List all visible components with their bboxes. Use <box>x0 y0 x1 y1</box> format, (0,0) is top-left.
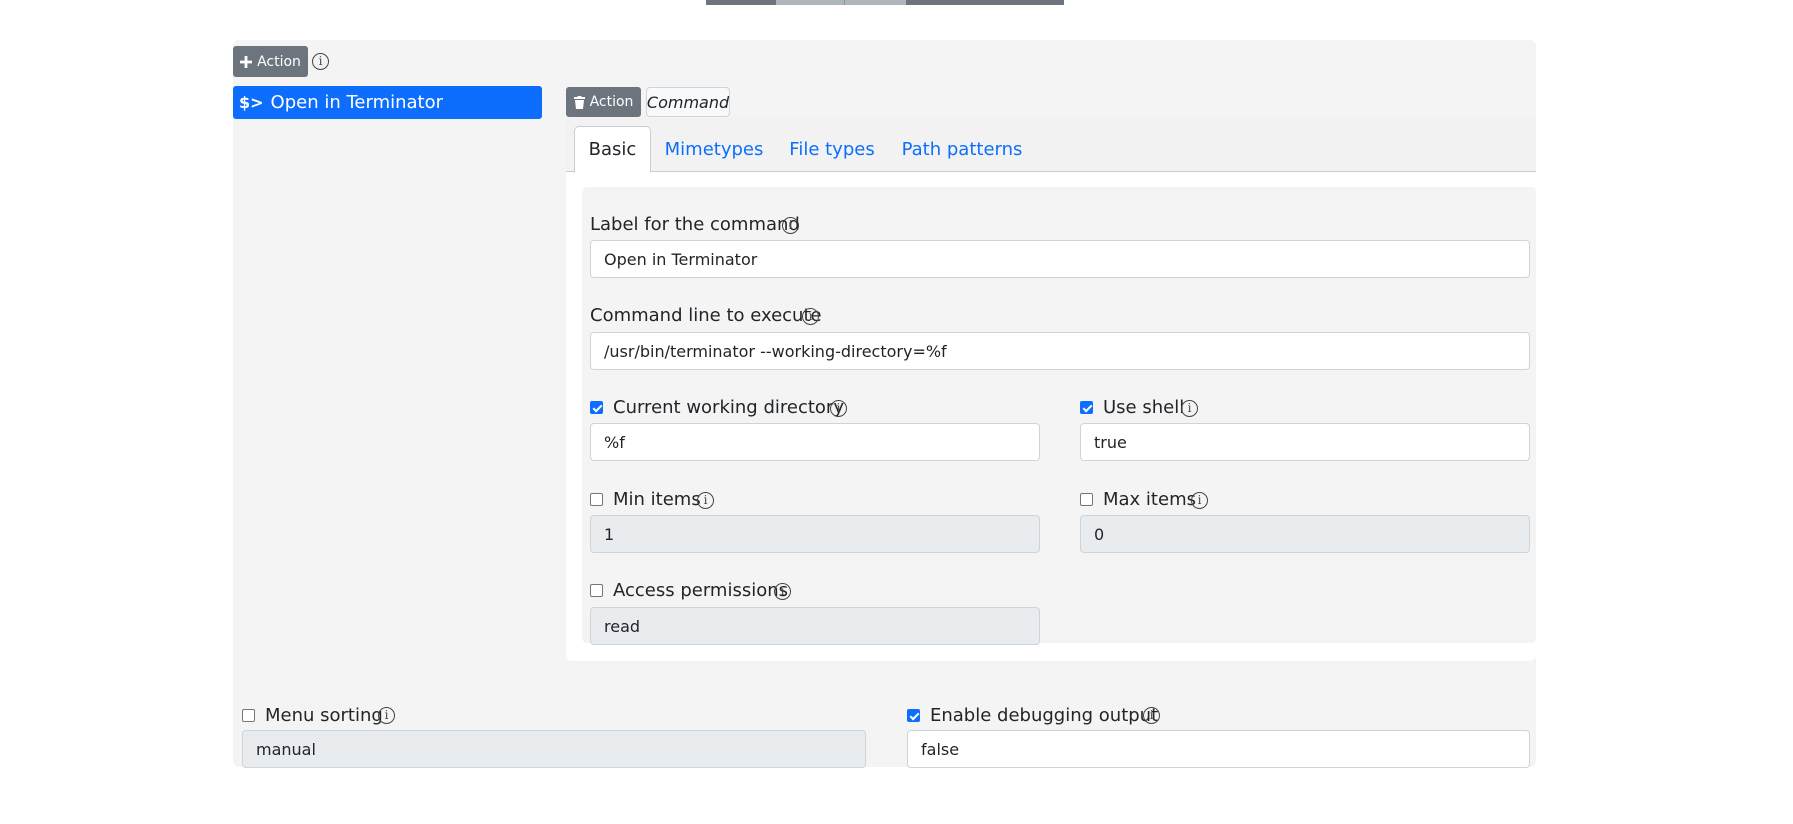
debug-title: Enable debugging output <box>930 705 1159 726</box>
use-shell-input[interactable]: true <box>1080 423 1530 461</box>
add-action-button[interactable]: Action <box>233 46 308 77</box>
info-icon[interactable]: i <box>830 400 847 417</box>
cwd-title: Current working directory <box>613 397 844 418</box>
max-items-input[interactable]: 0 <box>1080 515 1530 553</box>
action-list-item-label: Open in Terminator <box>270 92 444 113</box>
menu-sorting-input[interactable]: manual <box>242 730 866 768</box>
delete-action-button[interactable]: Action <box>566 87 641 117</box>
use-shell-checkbox[interactable] <box>1080 401 1093 414</box>
add-action-label: Action <box>257 53 301 70</box>
min-items-title: Min items <box>613 489 701 510</box>
tab-basic[interactable]: Basic <box>574 126 651 173</box>
info-icon[interactable]: i <box>378 707 395 724</box>
action-type-badge: Command <box>646 87 730 117</box>
action-list-item-open-in-terminator[interactable]: $> Open in Terminator <box>233 86 542 119</box>
menu-sorting-checkbox[interactable] <box>242 709 255 722</box>
command-label-input[interactable]: Open in Terminator <box>590 240 1530 278</box>
permissions-checkbox[interactable] <box>590 584 603 597</box>
command-line-input[interactable]: /usr/bin/terminator --working-directory=… <box>590 332 1530 370</box>
menu-sorting-title: Menu sorting <box>265 705 383 726</box>
tab-file-types[interactable]: File types <box>784 126 880 172</box>
command-label-title: Label for the command <box>590 214 800 235</box>
info-icon[interactable]: i <box>1181 400 1198 417</box>
command-line-title: Command line to execute <box>590 305 822 326</box>
tab-path-patterns[interactable]: Path patterns <box>896 126 1028 172</box>
info-icon[interactable]: i <box>697 492 714 509</box>
debug-input[interactable]: false <box>907 730 1530 768</box>
cwd-checkbox[interactable] <box>590 401 603 414</box>
info-icon[interactable]: i <box>1143 707 1160 724</box>
info-icon[interactable]: i <box>774 583 791 600</box>
max-items-title: Max items <box>1103 489 1196 510</box>
top-nav-segment[interactable] <box>776 0 844 5</box>
info-icon[interactable]: i <box>1191 492 1208 509</box>
top-nav-segment[interactable] <box>844 0 906 5</box>
top-nav-strip[interactable] <box>706 0 1064 5</box>
info-icon[interactable]: i <box>312 53 329 70</box>
terminal-icon: $> <box>239 93 264 112</box>
plus-icon <box>240 55 253 68</box>
permissions-title: Access permissions <box>613 580 789 601</box>
max-items-checkbox[interactable] <box>1080 493 1093 506</box>
cwd-input[interactable]: %f <box>590 423 1040 461</box>
min-items-checkbox[interactable] <box>590 493 603 506</box>
debug-checkbox[interactable] <box>907 709 920 722</box>
info-icon[interactable]: i <box>802 308 819 325</box>
top-nav-segment[interactable] <box>706 0 776 5</box>
top-nav-segment[interactable] <box>906 0 1064 5</box>
min-items-input[interactable]: 1 <box>590 515 1040 553</box>
delete-action-label: Action <box>589 94 634 110</box>
info-icon[interactable]: i <box>782 217 799 234</box>
tab-mimetypes[interactable]: Mimetypes <box>658 126 770 172</box>
permissions-input[interactable]: read <box>590 607 1040 645</box>
use-shell-title: Use shell <box>1103 397 1185 418</box>
trash-icon <box>573 95 585 109</box>
